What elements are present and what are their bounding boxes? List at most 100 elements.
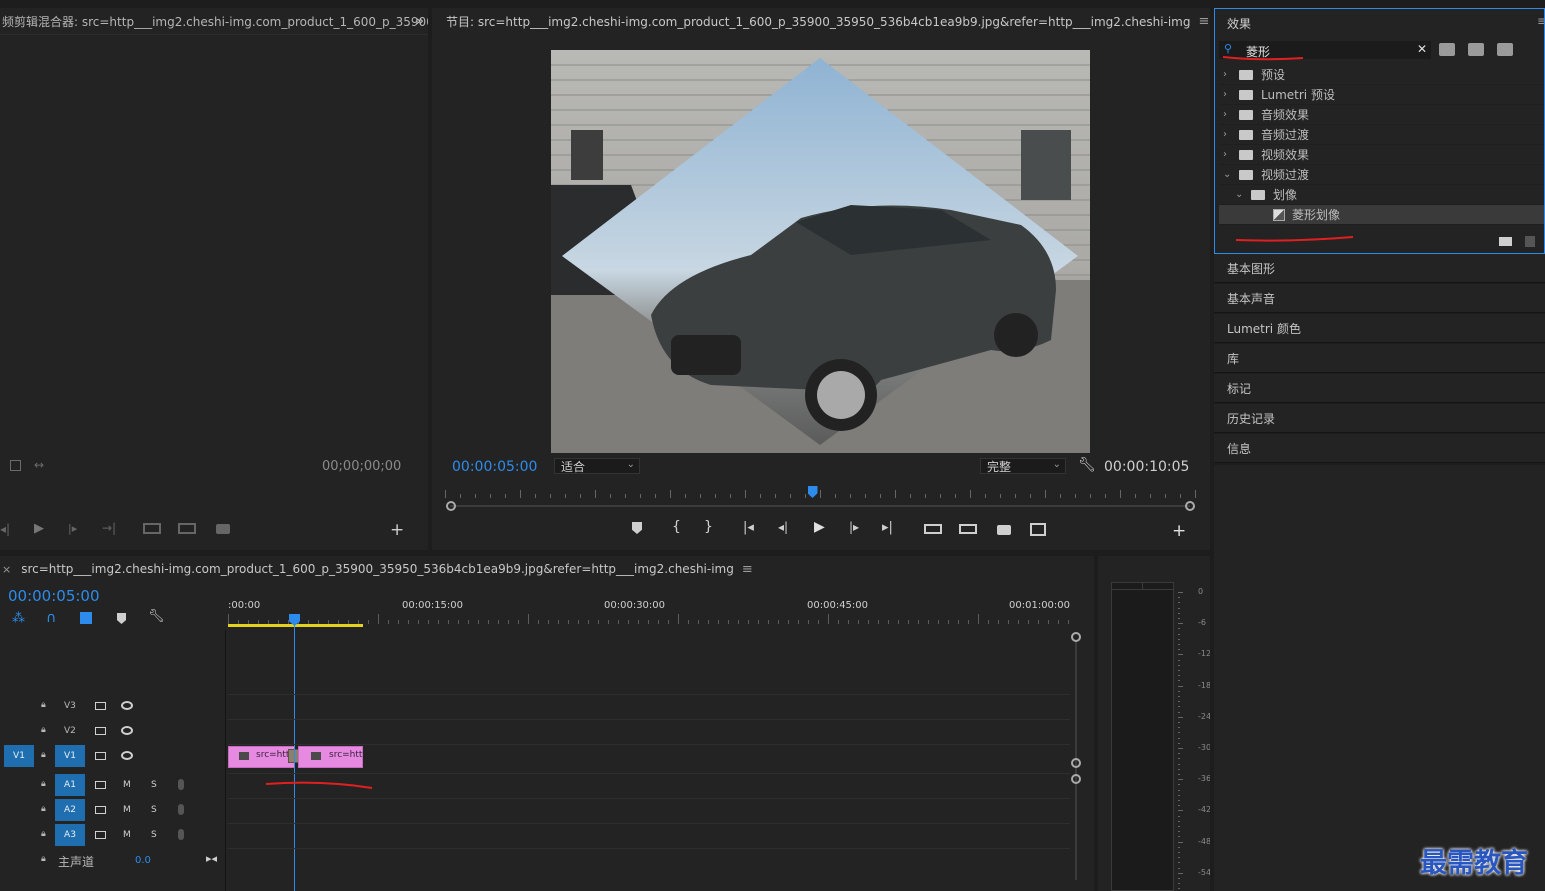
add-button-icon[interactable]: + [1172,521,1186,541]
zoom-handle-left[interactable] [446,501,456,511]
effects-tree-item[interactable]: ⌄ 划像 [1219,185,1544,205]
insert-icon[interactable] [143,523,161,534]
step-back-icon[interactable]: ◂| [778,520,788,534]
eye-icon[interactable] [121,751,133,760]
sync-lock-icon[interactable] [95,702,106,710]
track-name[interactable]: A1 [55,774,85,796]
side-panel-header[interactable]: Lumetri 颜色 [1214,314,1545,343]
side-panel-header[interactable]: 信息 [1214,434,1545,463]
sync-lock-icon[interactable] [95,752,106,760]
chevron-down-icon[interactable]: ⌄ [1223,169,1233,180]
track-name[interactable]: A3 [55,824,85,846]
camera-icon[interactable] [997,525,1011,535]
effects-tree-item[interactable]: › 音频效果 [1219,105,1544,125]
solo-button[interactable]: S [151,805,157,815]
add-button-icon[interactable]: + [390,520,404,540]
lock-icon[interactable]: 🔒︎ [41,725,46,735]
side-panel-header[interactable]: 基本图形 [1214,254,1545,283]
timeline-title[interactable]: src=http___img2.cheshi-img.com_product_1… [21,562,734,576]
sync-lock-icon[interactable] [95,831,106,839]
mute-button[interactable]: M [123,830,131,840]
add-marker-icon[interactable] [632,522,642,534]
side-panel-header[interactable]: 标记 [1214,374,1545,403]
snap-magnet-icon[interactable]: ∩ [46,610,56,626]
track-name[interactable]: V1 [55,745,85,767]
chevron-down-icon[interactable]: ⌄ [1235,189,1245,200]
effects-tree-item[interactable]: 菱形划像 [1219,205,1544,225]
scroll-handle[interactable] [1071,774,1081,784]
effects-tree-item[interactable]: ⌄ 视频过渡 [1219,165,1544,185]
program-video-frame[interactable] [551,50,1090,453]
side-panel-header[interactable]: 历史记录 [1214,404,1545,433]
panel-menu-icon[interactable]: ≡ [1199,14,1210,29]
zoom-dropdown[interactable]: 适合 ⌄ [554,458,640,474]
effects-tree-item[interactable]: › 视频效果 [1219,145,1544,165]
chevron-right-icon[interactable]: › [1223,69,1233,80]
extract-icon[interactable] [959,524,977,534]
play-icon[interactable]: ▶ [34,521,44,536]
sync-lock-icon[interactable] [95,806,106,814]
effects-tree-item[interactable]: › 预设 [1219,65,1544,85]
clear-search-icon[interactable]: ✕ [1417,42,1427,56]
chevron-right-icon[interactable]: › [1223,149,1233,160]
lock-icon[interactable]: 🔒︎ [41,829,46,839]
scroll-handle[interactable] [1071,758,1081,768]
solo-button[interactable]: S [151,780,157,790]
effects-tree-item[interactable]: › 音频过渡 [1219,125,1544,145]
track-lane[interactable] [228,798,1070,823]
mark-in-icon[interactable]: { [672,519,681,535]
panel-more-icon[interactable]: » [416,14,424,29]
timeline-current-time[interactable]: 00:00:05:00 [8,587,100,605]
source-monitor-title[interactable]: 频剪辑混合器: src=http___img2.cheshi-img.com_p… [2,13,428,30]
track-lane[interactable] [228,823,1070,848]
sync-lock-icon[interactable] [95,727,106,735]
panel-menu-icon[interactable]: ≡ [1537,14,1544,28]
chevron-right-icon[interactable]: › [1223,89,1233,100]
add-marker-icon[interactable] [117,613,126,624]
effects-title[interactable]: 效果 [1227,15,1251,32]
new-bin-icon[interactable] [1499,237,1512,246]
resolution-dropdown[interactable]: 完整 ⌄ [980,458,1066,474]
step-forward-icon[interactable]: |▸ [68,522,77,535]
track-name[interactable]: A2 [55,799,85,821]
play-icon[interactable]: ▶ [814,519,825,535]
trash-icon[interactable] [1525,236,1535,247]
go-to-in-icon[interactable]: |◂ [743,520,754,535]
microphone-icon[interactable] [178,829,184,840]
lock-icon[interactable]: 🔒︎ [41,804,46,814]
sync-lock-icon[interactable] [95,781,106,789]
mute-button[interactable]: M [123,805,131,815]
wrench-icon[interactable]: 🔧︎ [1078,457,1096,473]
eye-icon[interactable] [121,701,133,710]
program-scrubber-ruler[interactable] [445,486,1196,500]
step-back-edge-icon[interactable]: ◂| [0,522,10,536]
lock-icon[interactable]: 🔒︎ [41,750,46,760]
mute-button[interactable]: M [123,780,131,790]
track-lane[interactable] [228,694,1070,719]
nest-sequence-icon[interactable]: ⁂ [12,611,25,626]
drag-video-icon[interactable]: ↔ [34,458,44,472]
step-forward-icon[interactable]: |▸ [849,520,859,534]
track-lane[interactable] [228,719,1070,744]
accelerated-effects-icon[interactable] [1439,43,1455,56]
camera-icon[interactable] [216,524,230,534]
source-patch-button[interactable]: V1 [4,745,34,767]
chevron-right-icon[interactable]: › [1223,109,1233,120]
program-current-time[interactable]: 00:00:05:00 [452,459,537,475]
track-name[interactable]: V2 [64,726,76,736]
track-lane[interactable] [228,744,1070,769]
program-monitor-title[interactable]: 节目: src=http___img2.cheshi-img.com_produ… [446,13,1191,30]
scroll-handle[interactable] [1071,632,1081,642]
eye-icon[interactable] [121,726,133,735]
track-lane[interactable] [228,773,1070,798]
effects-tree-item[interactable]: › Lumetri 预设 [1219,85,1544,105]
linked-selection-icon[interactable] [80,612,92,624]
go-to-out-icon[interactable]: ▸| [882,520,893,535]
lift-icon[interactable] [924,524,942,534]
zoom-scrollbar[interactable] [450,505,1190,507]
go-to-out-icon[interactable]: →| [102,521,116,535]
32-bit-icon[interactable] [1468,43,1484,56]
wrench-icon[interactable]: 🔧︎ [148,609,165,624]
export-frame-icon[interactable] [10,460,21,471]
side-panel-header[interactable]: 库 [1214,344,1545,373]
